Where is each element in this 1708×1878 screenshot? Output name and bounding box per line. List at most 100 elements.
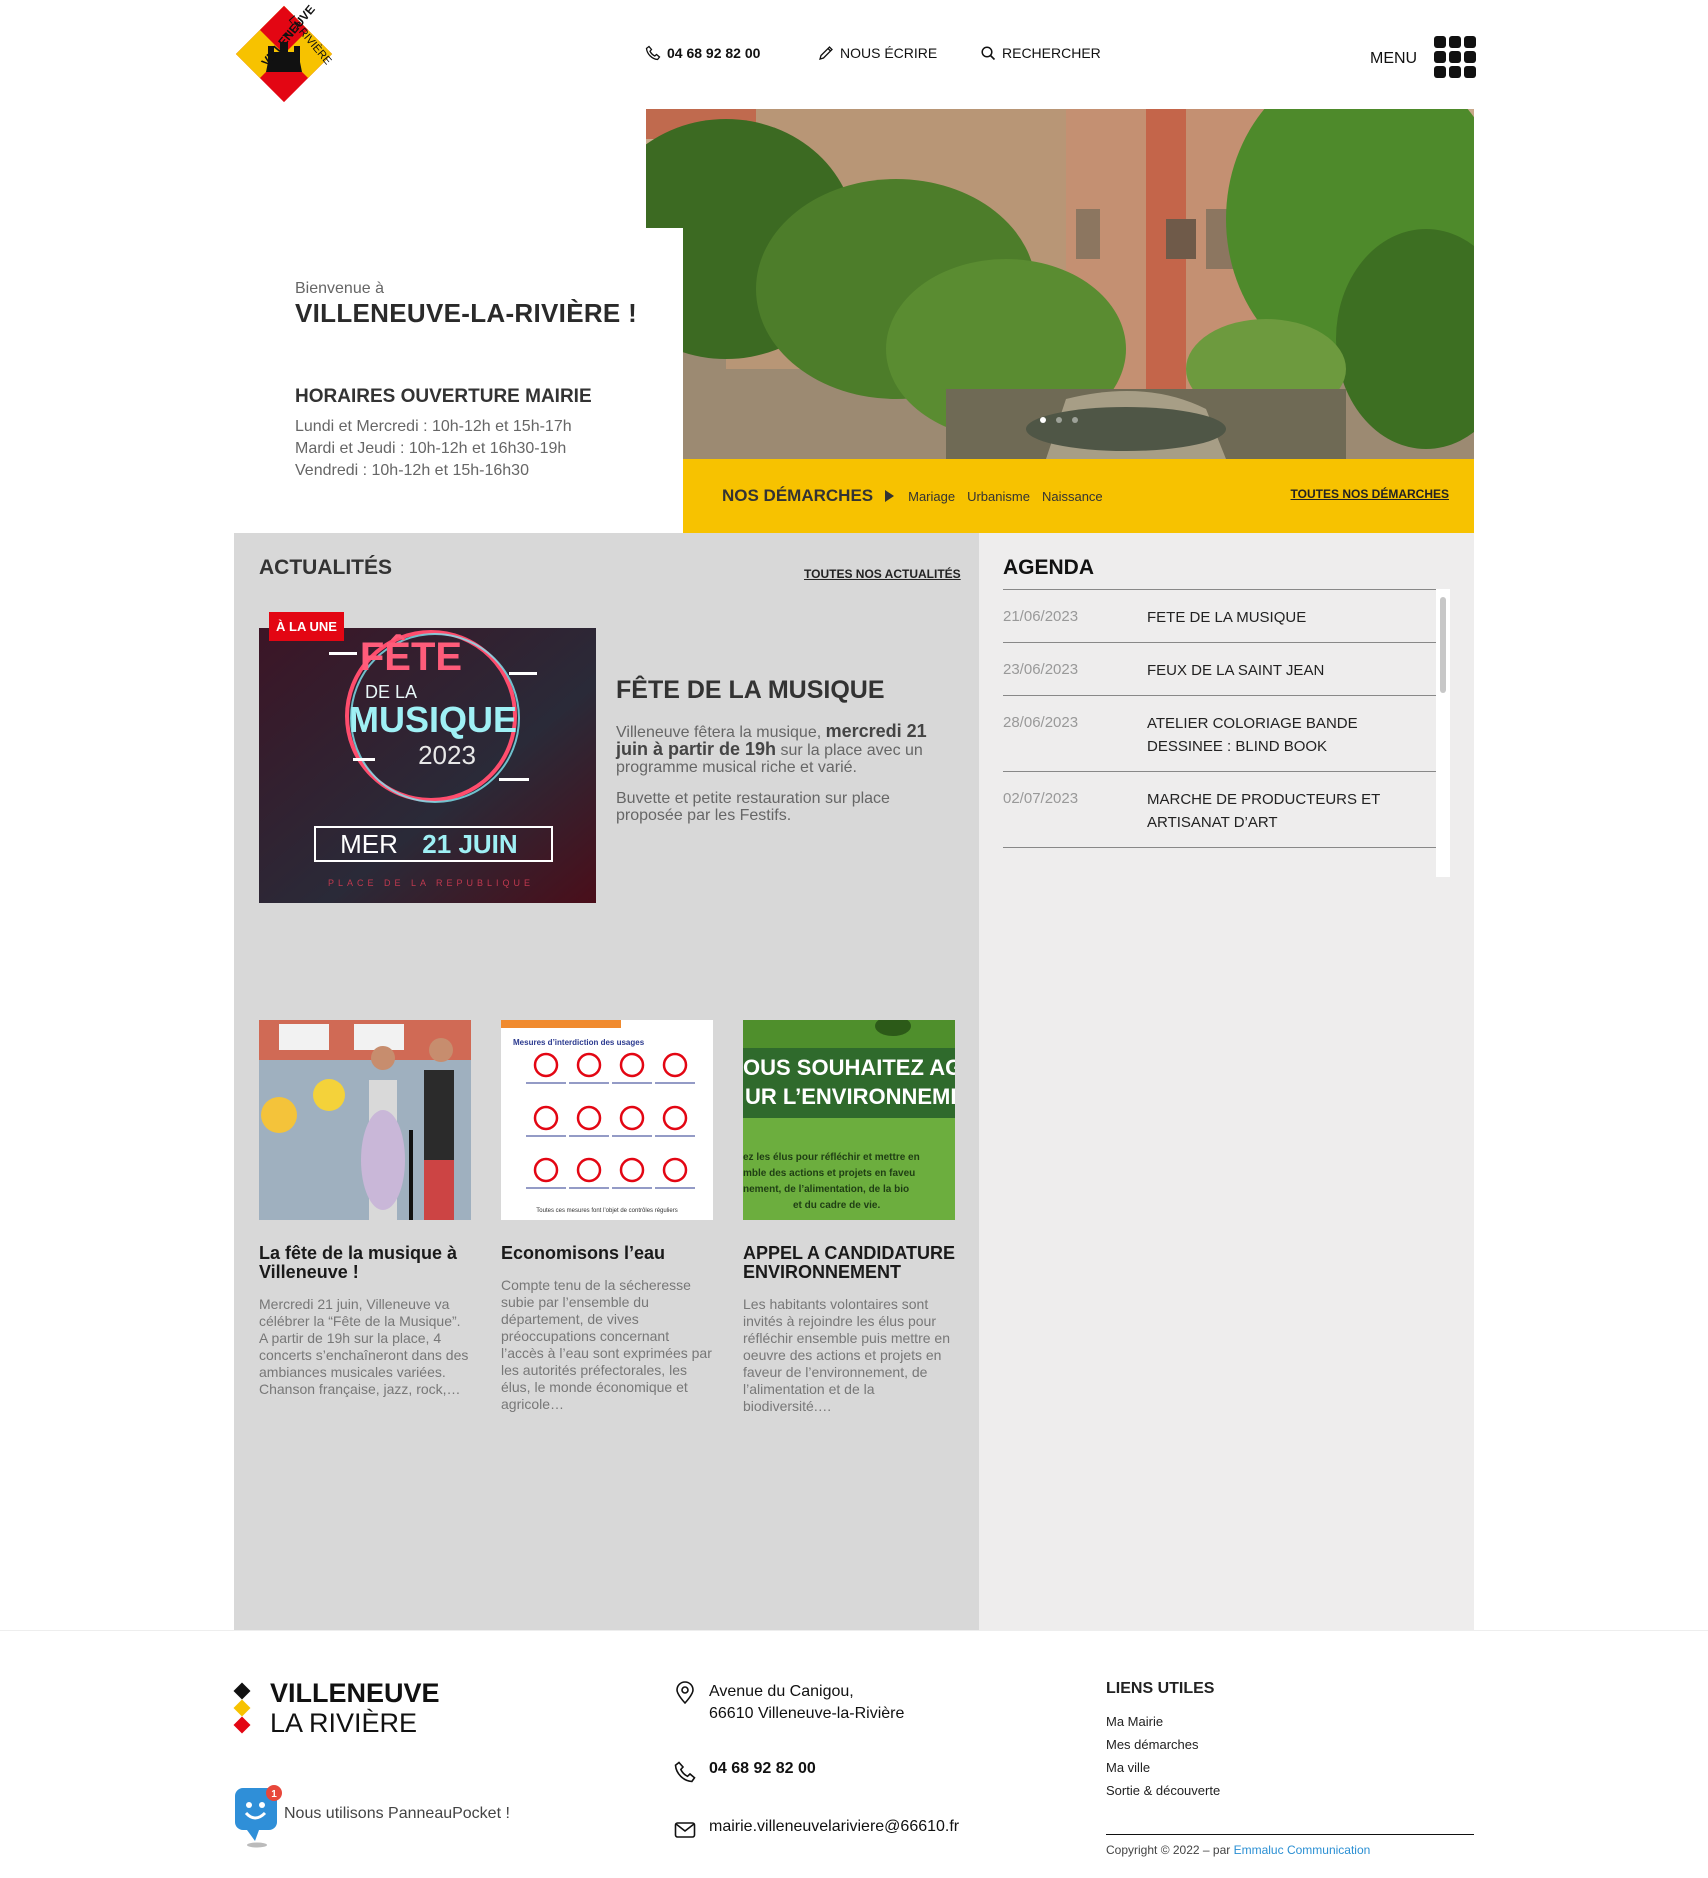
footer-phone-label: 04 68 92 82 00 <box>709 1760 816 1777</box>
news-card-title[interactable]: APPEL A CANDIDATURE ENVIRONNEMENT <box>743 1244 955 1282</box>
all-demarches-link[interactable]: TOUTES NOS DÉMARCHES <box>1291 487 1449 501</box>
footer-link-sortie-decouverte[interactable]: Sortie & découverte <box>1106 1779 1220 1802</box>
all-news-link[interactable]: TOUTES NOS ACTUALITÉS <box>804 567 961 581</box>
panneaupocket-icon[interactable]: 1 <box>233 1785 283 1854</box>
news-title: ACTUALITÉS <box>259 556 392 579</box>
agenda-event-title[interactable]: FEUX DE LA SAINT JEAN <box>1147 659 1436 682</box>
news-card-image-environment[interactable]: OUS SOUHAITEZ AG UR L’ENVIRONNEMEI ez le… <box>743 1020 955 1220</box>
panneaupocket-text[interactable]: Nous utilisons PanneauPocket ! <box>284 1805 510 1823</box>
agenda-list[interactable]: 21/06/2023 FETE DE LA MUSIQUE 23/06/2023… <box>1003 589 1436 877</box>
water-poster-footer: Toutes ces mesures font l’objet de contr… <box>536 1208 677 1214</box>
opening-hours: Lundi et Mercredi : 10h-12h et 15h-17h M… <box>295 416 572 482</box>
news-card-image-water[interactable]: Mesures d’interdiction des usages Toutes… <box>501 1020 713 1220</box>
news-card-text: Mercredi 21 juin, Villeneuve va célébrer… <box>259 1296 469 1397</box>
featured-article-title[interactable]: FÊTE DE LA MUSIQUE <box>616 676 885 705</box>
slide-dot[interactable] <box>1056 417 1062 423</box>
water-poster-heading: Mesures d’interdiction des usages <box>513 1038 645 1047</box>
hero-welcome-card <box>234 228 683 533</box>
footer-divider <box>0 1630 1708 1631</box>
copyright-divider <box>1106 1834 1474 1835</box>
welcome-text: Bienvenue à <box>295 280 384 297</box>
demarche-link-mariage[interactable]: Mariage <box>908 489 955 504</box>
demarche-link-naissance[interactable]: Naissance <box>1042 489 1103 504</box>
arrow-right-icon <box>885 490 895 502</box>
agenda-event[interactable]: 21/06/2023 FETE DE LA MUSIQUE <box>1003 590 1436 643</box>
copyright-text: Copyright © 2022 – par <box>1106 1843 1231 1857</box>
slideshow-dots <box>1040 417 1078 423</box>
address-line: 66610 Villeneuve-la-Rivière <box>709 1705 905 1722</box>
hero-slideshow-image <box>646 109 1474 459</box>
logo-diamond-yellow <box>233 1699 251 1717</box>
slide-dot[interactable] <box>1040 417 1046 423</box>
slide-dot[interactable] <box>1072 417 1078 423</box>
demarche-link-urbanisme[interactable]: Urbanisme <box>967 489 1030 504</box>
agenda-section: AGENDA 21/06/2023 FETE DE LA MUSIQUE 23/… <box>979 533 1474 1630</box>
footer-phone-link[interactable]: 04 68 92 82 00 <box>673 1760 816 1784</box>
poster-text-place: PLACE DE LA REPUBLIQUE <box>328 878 534 888</box>
env-poster-small: nement, de l’alimentation, de la bio <box>743 1184 909 1195</box>
footer-address: Avenue du Canigou, 66610 Villeneuve-la-R… <box>673 1681 904 1725</box>
agenda-scrollbar[interactable] <box>1436 589 1450 877</box>
agenda-event-title[interactable]: ATELIER COLORIAGE BANDE DESSINEE : BLIND… <box>1147 712 1436 758</box>
featured-badge: À LA UNE <box>269 612 344 641</box>
location-pin-icon <box>676 1681 694 1705</box>
search-link[interactable]: RECHERCHER <box>980 45 1101 61</box>
site-logo[interactable]: VILLENEUVE LA RIVIÈRE <box>232 2 336 106</box>
write-us-link[interactable]: NOUS ÉCRIRE <box>818 45 937 61</box>
demarches-links: Mariage Urbanisme Naissance <box>908 489 1103 504</box>
env-poster-small: ez les élus pour réfléchir et mettre en <box>743 1152 920 1163</box>
agenda-event-title[interactable]: MARCHE DE PRODUCTEURS ET ARTISANAT D’ART <box>1147 788 1436 834</box>
footer-town-name: VILLENEUVE <box>270 1678 440 1708</box>
logo-diamond-red <box>233 1716 251 1734</box>
copyright-agency-link[interactable]: Emmaluc Communication <box>1234 1843 1371 1857</box>
mail-icon <box>674 1822 696 1838</box>
opening-hours-title: HORAIRES OUVERTURE MAIRIE <box>295 386 592 407</box>
write-us-label: NOUS ÉCRIRE <box>840 45 938 61</box>
agenda-event[interactable]: 02/07/2023 MARCHE DE PRODUCTEURS ET ARTI… <box>1003 772 1436 848</box>
menu-grid-icon[interactable] <box>1434 36 1476 78</box>
footer-link-ma-mairie[interactable]: Ma Mairie <box>1106 1710 1220 1733</box>
featured-poster-image[interactable]: FÊTE DE LA MUSIQUE 2023 MER 21 JUIN PLAC… <box>259 628 596 903</box>
news-card-title[interactable]: La fête de la musique à Villeneuve ! <box>259 1244 471 1282</box>
opening-hours-line: Vendredi : 10h-12h et 15h-16h30 <box>295 462 529 479</box>
logo-diamond-black <box>233 1682 251 1700</box>
agenda-event-date: 28/06/2023 <box>1003 714 1079 731</box>
search-icon <box>981 46 996 61</box>
copyright: Copyright © 2022 – par Emmaluc Communica… <box>1106 1843 1370 1857</box>
agenda-event[interactable]: 28/06/2023 ATELIER COLORIAGE BANDE DESSI… <box>1003 696 1436 772</box>
town-title: VILLENEUVE-LA-RIVIÈRE ! <box>295 298 638 328</box>
phone-label: 04 68 92 82 00 <box>667 45 761 61</box>
search-label: RECHERCHER <box>1002 45 1101 61</box>
notification-badge: 1 <box>271 1789 277 1800</box>
phone-link[interactable]: 04 68 92 82 00 <box>645 45 760 61</box>
poster-text-musique: MUSIQUE <box>349 699 517 740</box>
featured-text-paragraph: Buvette et petite restauration sur place… <box>616 790 890 824</box>
agenda-event-date: 02/07/2023 <box>1003 790 1079 807</box>
news-card-image-concert[interactable] <box>259 1020 471 1220</box>
demarches-title: NOS DÉMARCHES <box>722 486 874 505</box>
poster-text-year: 2023 <box>418 740 476 770</box>
menu-label[interactable]: MENU <box>1370 50 1417 68</box>
news-card[interactable]: OUS SOUHAITEZ AG UR L’ENVIRONNEMEI ez le… <box>743 1020 955 1415</box>
poster-text-date: 21 JUIN <box>422 829 517 859</box>
env-poster-line: UR L’ENVIRONNEMEI <box>745 1084 955 1109</box>
phone-icon <box>674 1761 696 1783</box>
footer-link-mes-demarches[interactable]: Mes démarches <box>1106 1733 1220 1756</box>
demarches-bar: NOS DÉMARCHES Mariage Urbanisme Naissanc… <box>683 459 1474 533</box>
poster-text-day: MER <box>340 829 398 859</box>
news-card-text: Compte tenu de la sécheresse subie par l… <box>501 1277 712 1412</box>
agenda-scrollbar-thumb[interactable] <box>1440 597 1446 693</box>
env-poster-small: et du cadre de vie. <box>793 1200 880 1211</box>
footer-link-ma-ville[interactable]: Ma ville <box>1106 1756 1220 1779</box>
footer-email-link[interactable]: mairie.villeneuvelariviere@66610.fr <box>673 1818 959 1842</box>
news-card[interactable]: La fête de la musique à Villeneuve ! Mer… <box>259 1020 471 1398</box>
news-card[interactable]: Mesures d’interdiction des usages Toutes… <box>501 1020 713 1413</box>
opening-hours-line: Mardi et Jeudi : 10h-12h et 16h30-19h <box>295 440 567 457</box>
address-line: Avenue du Canigou, <box>709 1683 854 1700</box>
featured-article-text: Villeneuve fêtera la musique, mercredi 2… <box>616 722 956 838</box>
agenda-event[interactable]: 23/06/2023 FEUX DE LA SAINT JEAN <box>1003 643 1436 696</box>
news-card-text: Les habitants volontaires sont invités à… <box>743 1296 950 1414</box>
news-card-title[interactable]: Economisons l’eau <box>501 1244 713 1263</box>
env-poster-small: mble des actions et projets en faveu <box>743 1168 915 1179</box>
agenda-event-title[interactable]: FETE DE LA MUSIQUE <box>1147 606 1436 629</box>
